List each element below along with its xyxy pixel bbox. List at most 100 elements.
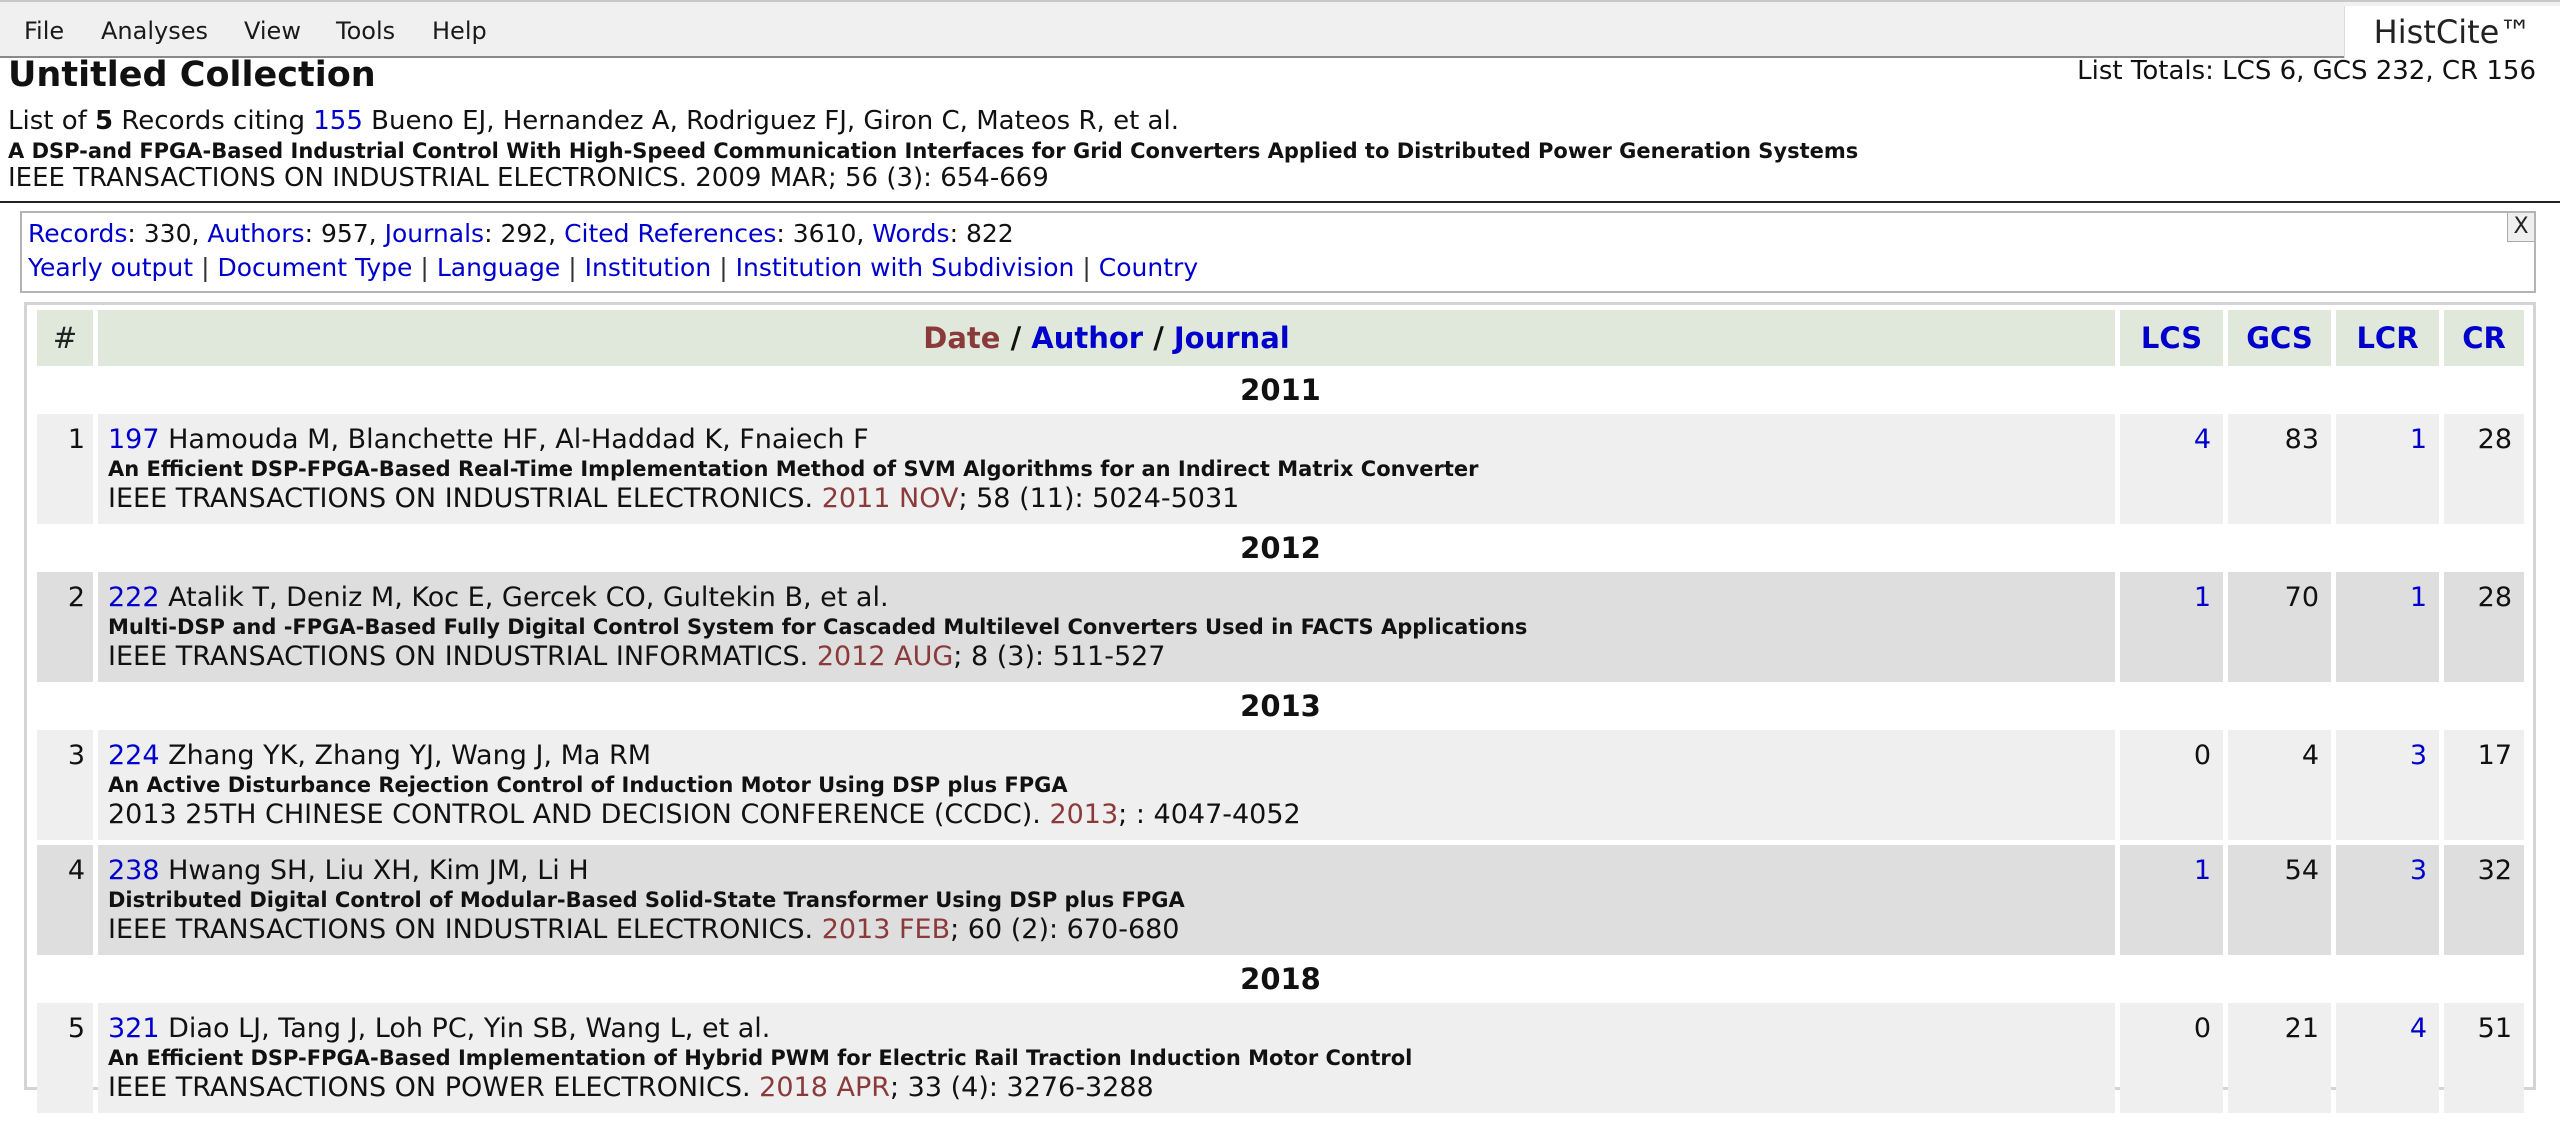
gcs-value: 4	[2228, 730, 2331, 840]
sort-by-cr[interactable]: CR	[2444, 310, 2524, 366]
cited-paper-title: A DSP-and FPGA-Based Industrial Control …	[8, 139, 1859, 163]
record-volume: ; 8 (3): 511-527	[953, 641, 1166, 672]
cr-value: 17	[2444, 730, 2524, 840]
table-row: 1 197 Hamouda M, Blanchette HF, Al-Hadda…	[37, 414, 2524, 524]
cited-references-link[interactable]: Cited References	[564, 219, 776, 248]
gcs-value: 54	[2228, 845, 2331, 955]
record-source: IEEE TRANSACTIONS ON POWER ELECTRONICS. …	[108, 1070, 2107, 1105]
language-link[interactable]: Language	[437, 253, 560, 282]
record-title: Distributed Digital Control of Modular-B…	[108, 888, 1185, 912]
lcs-value[interactable]: 1	[2120, 572, 2223, 682]
sort-by-date[interactable]: Date	[923, 321, 1000, 355]
row-number: 2	[37, 572, 93, 682]
record-journal: IEEE TRANSACTIONS ON INDUSTRIAL ELECTRON…	[108, 483, 822, 514]
record-journal: IEEE TRANSACTIONS ON POWER ELECTRONICS.	[108, 1072, 760, 1103]
stats-panel: Records: 330, Authors: 957, Journals: 29…	[20, 211, 2536, 293]
cr-value: 32	[2444, 845, 2524, 955]
record-date: 2013 FEB	[821, 914, 951, 945]
words-link[interactable]: Words	[872, 219, 949, 248]
close-button[interactable]: X	[2507, 213, 2534, 242]
records-count: : 330,	[127, 219, 208, 248]
separator: |	[201, 253, 210, 282]
record-title: Multi-DSP and -FPGA-Based Fully Digital …	[108, 615, 1528, 639]
table-header-row: # Date / Author / Journal LCS GCS LCR CR	[37, 310, 2524, 366]
sort-by-journal[interactable]: Journal	[1174, 321, 1290, 355]
record-id-link[interactable]: 238	[108, 855, 160, 886]
col-number-header: #	[37, 310, 93, 366]
record-source: IEEE TRANSACTIONS ON INDUSTRIAL ELECTRON…	[108, 912, 2107, 947]
journals-count: : 292,	[484, 219, 565, 248]
menu-view[interactable]: View	[244, 17, 301, 45]
menu-tools[interactable]: Tools	[336, 17, 395, 45]
table-row: 2 222 Atalik T, Deniz M, Koc E, Gercek C…	[37, 572, 2524, 682]
record-source: 2013 25TH CHINESE CONTROL AND DECISION C…	[108, 797, 2107, 832]
menu-help[interactable]: Help	[432, 17, 487, 45]
record-volume: ; 58 (11): 5024-5031	[958, 483, 1240, 514]
header-divider	[0, 201, 2560, 203]
record-authors: Hwang SH, Liu XH, Kim JM, Li H	[159, 855, 589, 886]
record-cell: 197 Hamouda M, Blanchette HF, Al-Haddad …	[98, 414, 2115, 524]
sort-by-lcr[interactable]: LCR	[2336, 310, 2439, 366]
lcs-value[interactable]: 1	[2120, 845, 2223, 955]
records-link[interactable]: Records	[28, 219, 127, 248]
lcs-value: 0	[2120, 730, 2223, 840]
authors-link[interactable]: Authors	[207, 219, 304, 248]
sort-by-gcs[interactable]: GCS	[2228, 310, 2331, 366]
year-heading: 2013	[37, 682, 2524, 730]
records-table: # Date / Author / Journal LCS GCS LCR CR…	[32, 310, 2529, 1113]
sort-by-author[interactable]: Author	[1031, 321, 1143, 355]
stats-counts: Records: 330, Authors: 957, Journals: 29…	[28, 219, 1014, 248]
table-row: 4 238 Hwang SH, Liu XH, Kim JM, Li H Dis…	[37, 845, 2524, 955]
record-id-link[interactable]: 197	[108, 424, 160, 455]
record-authors: Zhang YK, Zhang YJ, Wang J, Ma RM	[159, 740, 652, 771]
separator: |	[568, 253, 577, 282]
lcs-value[interactable]: 4	[2120, 414, 2223, 524]
lcr-value[interactable]: 3	[2336, 730, 2439, 840]
analysis-links: Yearly output | Document Type | Language | Ins…	[28, 253, 1198, 282]
app-brand: HistCite™	[2344, 6, 2560, 58]
row-number: 4	[37, 845, 93, 955]
institution-subdivision-link[interactable]: Institution with Subdivision	[736, 253, 1075, 282]
record-id-link[interactable]: 222	[108, 582, 160, 613]
record-journal: 2013 25TH CHINESE CONTROL AND DECISION C…	[108, 799, 1050, 830]
cited-authors: Bueno EJ, Hernandez A, Rodriguez FJ, Gir…	[362, 106, 1179, 136]
record-id-link[interactable]: 224	[108, 740, 160, 771]
record-authors-line: 321 Diao LJ, Tang J, Loh PC, Yin SB, Wan…	[108, 1011, 2107, 1046]
separator: /	[1143, 321, 1174, 355]
sort-by-lcs[interactable]: LCS	[2120, 310, 2223, 366]
citing-summary: List of 5 Records citing 155 Bueno EJ, H…	[8, 106, 1179, 136]
lcr-value[interactable]: 1	[2336, 414, 2439, 524]
authors-count: : 957,	[304, 219, 385, 248]
separator: |	[420, 253, 429, 282]
menu-analyses[interactable]: Analyses	[101, 17, 208, 45]
document-type-link[interactable]: Document Type	[218, 253, 413, 282]
words-count: : 822	[949, 219, 1014, 248]
record-title: An Efficient DSP-FPGA-Based Implementati…	[108, 1046, 1413, 1070]
journals-link[interactable]: Journals	[385, 219, 485, 248]
collection-title: Untitled Collection	[8, 55, 376, 95]
col-main-header: Date / Author / Journal	[98, 310, 2115, 366]
cited-paper-source: IEEE TRANSACTIONS ON INDUSTRIAL ELECTRON…	[8, 163, 1049, 193]
cited-record-link[interactable]: 155	[313, 106, 363, 136]
lcr-value[interactable]: 1	[2336, 572, 2439, 682]
record-authors: Hamouda M, Blanchette HF, Al-Haddad K, F…	[159, 424, 869, 455]
menu-bar: File Analyses View Tools Help HistCite™	[0, 0, 2560, 58]
citing-prefix: List of	[8, 106, 96, 136]
record-date: 2013	[1049, 799, 1119, 830]
record-volume: ; 60 (2): 670-680	[950, 914, 1180, 945]
record-id-link[interactable]: 321	[108, 1013, 160, 1044]
gcs-value: 21	[2228, 1003, 2331, 1113]
lcr-value[interactable]: 4	[2336, 1003, 2439, 1113]
record-journal: IEEE TRANSACTIONS ON INDUSTRIAL ELECTRON…	[108, 914, 822, 945]
lcr-value[interactable]: 3	[2336, 845, 2439, 955]
institution-link[interactable]: Institution	[585, 253, 712, 282]
gcs-value: 83	[2228, 414, 2331, 524]
country-link[interactable]: Country	[1099, 253, 1198, 282]
yearly-output-link[interactable]: Yearly output	[28, 253, 193, 282]
record-authors: Diao LJ, Tang J, Loh PC, Yin SB, Wang L,…	[159, 1013, 771, 1044]
record-journal: IEEE TRANSACTIONS ON INDUSTRIAL INFORMAT…	[108, 641, 817, 672]
record-volume: ; 33 (4): 3276-3288	[889, 1072, 1154, 1103]
menu-file[interactable]: File	[24, 17, 64, 45]
lcs-value: 0	[2120, 1003, 2223, 1113]
record-authors-line: 224 Zhang YK, Zhang YJ, Wang J, Ma RM	[108, 738, 2107, 773]
